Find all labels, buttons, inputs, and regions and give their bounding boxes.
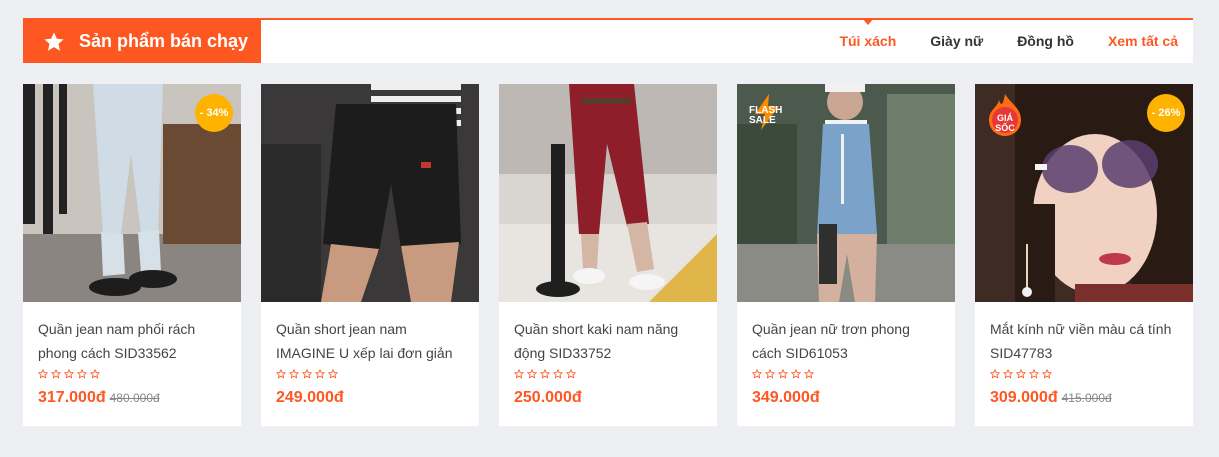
product-image[interactable]: GIÁ SỐC - 26%	[975, 84, 1193, 302]
star-outline-icon	[38, 369, 48, 379]
star-outline-icon	[51, 369, 61, 379]
tab-giay-nu[interactable]: Giày nữ	[930, 20, 983, 63]
product-name[interactable]: Quần short jean nam IMAGINE U xếp lai đơ…	[276, 317, 465, 365]
rating-stars	[276, 369, 465, 383]
category-tabs: Túi xách Giày nữ Đồng hồ Xem tất cả	[805, 18, 1178, 63]
star-outline-icon	[514, 369, 524, 379]
star-outline-icon	[1003, 369, 1013, 379]
star-outline-icon	[553, 369, 563, 379]
hot-price-badge: GIÁ SỐC	[985, 94, 1025, 136]
star-outline-icon	[315, 369, 325, 379]
product-card[interactable]: - 34% Quần jean nam phối rách phong cách…	[23, 84, 241, 426]
flash-sale-badge: FLASH SALE	[747, 94, 787, 130]
rating-stars	[990, 369, 1179, 383]
product-image[interactable]: - 34%	[23, 84, 241, 302]
rating-stars	[38, 369, 227, 383]
view-all-link[interactable]: Xem tất cả	[1108, 20, 1178, 63]
discount-badge: - 26%	[1147, 94, 1185, 132]
product-image[interactable]	[261, 84, 479, 302]
product-price: 349.000đ	[752, 389, 820, 406]
tab-tui-xach[interactable]: Túi xách	[839, 18, 897, 63]
star-outline-icon	[1029, 369, 1039, 379]
product-list: - 34% Quần jean nam phối rách phong cách…	[23, 84, 1193, 426]
star-outline-icon	[752, 369, 762, 379]
star-outline-icon	[540, 369, 550, 379]
star-icon	[43, 31, 65, 53]
tab-label: Đồng hồ	[1017, 33, 1074, 49]
product-price: 317.000đ	[38, 389, 106, 406]
star-outline-icon	[804, 369, 814, 379]
view-all-label: Xem tất cả	[1107, 33, 1178, 49]
tab-label: Túi xách	[839, 33, 897, 49]
star-outline-icon	[302, 369, 312, 379]
star-outline-icon	[765, 369, 775, 379]
product-name[interactable]: Mắt kính nữ viền màu cá tính SID47783	[990, 317, 1179, 365]
star-outline-icon	[276, 369, 286, 379]
product-card[interactable]: Quần short kaki nam năng động SID33752 2…	[499, 84, 717, 426]
star-outline-icon	[778, 369, 788, 379]
rating-stars	[752, 369, 941, 383]
section-title-box: Sản phẩm bán chạy	[23, 20, 261, 63]
active-tab-caret	[861, 18, 874, 25]
product-card[interactable]: GIÁ SỐC - 26% Mắt kính nữ viền màu cá tí…	[975, 84, 1193, 426]
product-price: 249.000đ	[276, 389, 344, 406]
star-outline-icon	[90, 369, 100, 379]
product-old-price: 415.000đ	[1061, 391, 1112, 405]
star-outline-icon	[527, 369, 537, 379]
star-outline-icon	[566, 369, 576, 379]
product-name[interactable]: Quần jean nam phối rách phong cách SID33…	[38, 317, 227, 365]
product-image[interactable]	[499, 84, 717, 302]
product-card[interactable]: Quần short jean nam IMAGINE U xếp lai đơ…	[261, 84, 479, 426]
hot-price-label: GIÁ SỐC	[995, 113, 1015, 133]
star-outline-icon	[1016, 369, 1026, 379]
section-header: Sản phẩm bán chạy Túi xách Giày nữ Đồng …	[23, 18, 1193, 63]
product-price: 309.000đ	[990, 389, 1058, 406]
star-outline-icon	[1042, 369, 1052, 379]
star-outline-icon	[990, 369, 1000, 379]
product-name[interactable]: Quần jean nữ trơn phong cách SID61053	[752, 317, 941, 365]
flash-sale-label: FLASH SALE	[749, 105, 783, 126]
star-outline-icon	[64, 369, 74, 379]
star-outline-icon	[328, 369, 338, 379]
product-name[interactable]: Quần short kaki nam năng động SID33752	[514, 317, 703, 365]
product-image[interactable]: FLASH SALE	[737, 84, 955, 302]
tab-dong-ho[interactable]: Đồng hồ	[1017, 20, 1074, 63]
discount-badge: - 34%	[195, 94, 233, 132]
star-outline-icon	[289, 369, 299, 379]
product-old-price: 480.000đ	[109, 391, 160, 405]
product-card[interactable]: FLASH SALE Quần jean nữ trơn phong cách …	[737, 84, 955, 426]
section-title: Sản phẩm bán chạy	[79, 31, 249, 51]
star-outline-icon	[791, 369, 801, 379]
product-price: 250.000đ	[514, 389, 582, 406]
tab-label: Giày nữ	[930, 33, 984, 49]
star-outline-icon	[77, 369, 87, 379]
rating-stars	[514, 369, 703, 383]
